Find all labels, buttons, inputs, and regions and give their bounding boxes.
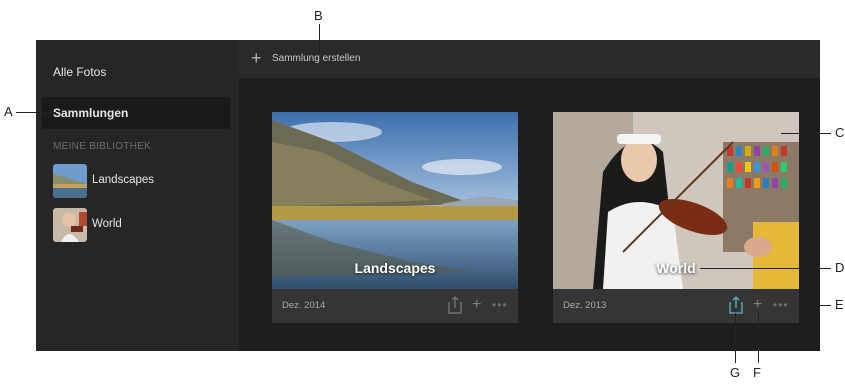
topbar: + Sammlung erstellen <box>239 40 820 78</box>
callout-line-b <box>319 24 320 54</box>
plus-icon[interactable]: + <box>472 296 481 314</box>
callout-line-f <box>758 313 759 363</box>
collection-card-landscapes[interactable]: Landscapes Dez. 2014 + ••• <box>272 112 518 323</box>
collection-cover-image: Landscapes <box>272 112 518 289</box>
callout-line-a <box>16 112 56 113</box>
sidebar-item-landscapes[interactable]: Landscapes <box>53 164 228 198</box>
collection-cover-image: World <box>553 112 799 289</box>
callout-label-c: C <box>835 125 845 140</box>
library-heading: MEINE BIBLIOTHEK <box>53 141 152 152</box>
callout-label-d: D <box>835 260 845 275</box>
callout-label-b: B <box>314 8 323 23</box>
more-icon[interactable]: ••• <box>773 296 789 314</box>
callout-label-a: A <box>4 104 13 119</box>
card-actions: + ••• <box>729 296 789 314</box>
collection-date: Dez. 2014 <box>282 300 326 311</box>
plus-icon[interactable]: + <box>753 296 762 314</box>
callout-line-g <box>735 313 736 363</box>
callout-line-d <box>700 268 831 269</box>
sidebar: Alle Fotos Sammlungen MEINE BIBLIOTHEK L… <box>36 40 239 351</box>
collection-title: Landscapes <box>354 260 436 276</box>
share-icon[interactable] <box>729 296 743 314</box>
sidebar-item-world[interactable]: World <box>53 208 228 242</box>
app-window: Alle Fotos Sammlungen MEINE BIBLIOTHEK L… <box>36 40 820 351</box>
callout-line-c <box>781 133 831 134</box>
sidebar-item-label: Landscapes <box>92 174 155 186</box>
card-actions: + ••• <box>448 296 508 314</box>
sidebar-item-all-photos[interactable]: Alle Fotos <box>36 65 239 81</box>
callout-line-e <box>803 305 831 306</box>
more-icon[interactable]: ••• <box>492 296 508 314</box>
collection-date: Dez. 2013 <box>563 300 607 311</box>
sidebar-item-label: World <box>92 218 122 230</box>
violinist-thumbnail <box>53 208 87 242</box>
sidebar-item-collections[interactable]: Sammlungen <box>42 97 230 129</box>
landscape-thumbnail <box>53 164 87 198</box>
plus-icon: + <box>251 48 262 68</box>
collection-card-world[interactable]: World Dez. 2013 + ••• <box>553 112 799 323</box>
callout-label-f: F <box>753 365 761 380</box>
create-collection-button[interactable]: + Sammlung erstellen <box>239 40 379 78</box>
callout-label-g: G <box>730 365 741 380</box>
share-icon[interactable] <box>448 296 462 314</box>
callout-label-e: E <box>835 297 844 312</box>
create-collection-label: Sammlung erstellen <box>272 53 361 64</box>
